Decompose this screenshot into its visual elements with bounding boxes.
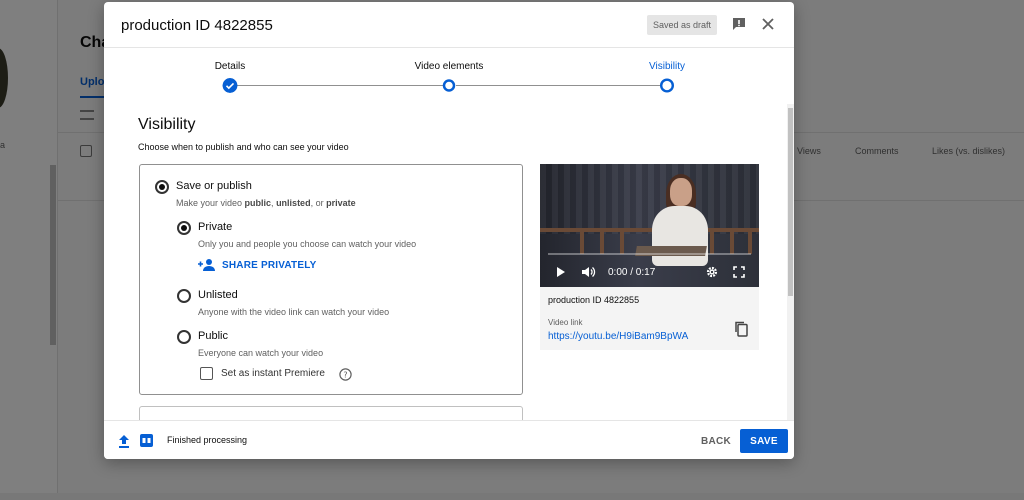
public-label: Public	[198, 330, 228, 342]
video-player[interactable]: 0:00 / 0:17	[540, 164, 759, 287]
public-desc: Everyone can watch your video	[198, 348, 324, 358]
svg-text:?: ?	[343, 371, 347, 380]
visibility-subtitle: Choose when to publish and who can see y…	[138, 142, 349, 152]
video-preview-card: 0:00 / 0:17 production ID 4822855 Video …	[540, 164, 759, 350]
public-radio[interactable]	[177, 330, 191, 344]
visibility-title: Visibility	[138, 116, 196, 133]
private-radio[interactable]	[177, 221, 191, 235]
dialog-title: production ID 4822855	[121, 17, 273, 34]
step-details-label[interactable]: Details	[215, 61, 246, 72]
fullscreen-icon[interactable]	[732, 264, 746, 280]
save-or-publish-card: Save or publish Make your video public, …	[139, 164, 523, 395]
video-link[interactable]: https://youtu.be/H9iBam9BpWA	[548, 331, 688, 342]
content-scrollbar[interactable]	[788, 108, 793, 296]
volume-icon[interactable]	[580, 264, 596, 280]
add-person-icon	[198, 259, 215, 271]
step-details-check-icon[interactable]	[222, 78, 238, 93]
copy-icon[interactable]	[733, 320, 749, 338]
feedback-icon[interactable]	[731, 16, 747, 32]
help-icon[interactable]: ?	[339, 368, 352, 381]
saved-as-draft-badge: Saved as draft	[647, 15, 718, 35]
upload-dialog: production ID 4822855 Saved as draft Det…	[104, 2, 794, 459]
unlisted-radio[interactable]	[177, 289, 191, 303]
dialog-header: production ID 4822855 Saved as draft	[104, 2, 794, 48]
schedule-card	[139, 406, 523, 420]
upload-icon[interactable]	[118, 434, 130, 448]
back-button[interactable]: BACK	[696, 429, 736, 453]
processing-status: Finished processing	[167, 435, 248, 445]
hd-processing-icon[interactable]	[140, 434, 153, 447]
video-time: 0:00 / 0:17	[608, 267, 656, 278]
instant-premiere-checkbox[interactable]	[200, 367, 213, 380]
settings-gear-icon[interactable]	[705, 264, 719, 280]
video-link-label: Video link	[548, 318, 583, 327]
share-privately-button[interactable]: SHARE PRIVATELY	[198, 257, 317, 273]
dialog-footer: Finished processing BACK SAVE	[104, 420, 794, 459]
private-desc: Only you and people you choose can watch…	[198, 239, 417, 249]
unlisted-desc: Anyone with the video link can watch you…	[198, 307, 390, 317]
share-privately-label: SHARE PRIVATELY	[222, 259, 317, 271]
save-button[interactable]: SAVE	[740, 429, 788, 453]
close-icon[interactable]	[760, 16, 776, 32]
save-or-publish-label: Save or publish	[176, 180, 252, 192]
step-video-elements-label[interactable]: Video elements	[415, 61, 484, 72]
video-filename: production ID 4822855	[548, 295, 640, 305]
private-label: Private	[198, 221, 233, 233]
save-or-publish-radio[interactable]	[155, 180, 169, 194]
save-or-publish-desc: Make your video public, unlisted, or pri…	[176, 198, 356, 208]
step-connector	[230, 85, 448, 86]
video-progress-bar[interactable]	[548, 253, 751, 255]
instant-premiere-label: Set as instant Premiere	[221, 368, 325, 379]
unlisted-label: Unlisted	[198, 289, 238, 301]
dialog-content: Visibility Choose when to publish and wh…	[104, 104, 794, 420]
step-video-elements-icon[interactable]	[442, 79, 456, 92]
play-icon[interactable]	[555, 264, 567, 280]
upload-stepper: Details Video elements Visibility	[104, 48, 794, 104]
step-connector	[456, 85, 663, 86]
step-visibility-label[interactable]: Visibility	[649, 61, 685, 72]
step-visibility-icon[interactable]	[659, 78, 675, 93]
